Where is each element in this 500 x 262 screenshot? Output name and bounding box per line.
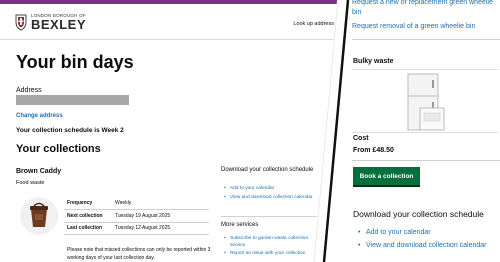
page-title: Your bin days bbox=[16, 52, 134, 72]
table-row: Next collection Tuesday 19 August 2025 bbox=[64, 209, 209, 223]
garden-waste-link[interactable]: Subscribe to garden waste collection ser… bbox=[224, 236, 322, 249]
fridge-freezer-icon bbox=[407, 73, 445, 131]
brown-caddy-icon bbox=[30, 202, 48, 227]
collections-heading: Your collections bbox=[16, 143, 101, 155]
caddy-image bbox=[20, 197, 58, 235]
download-schedule-heading: Download your collection schedule bbox=[221, 167, 314, 173]
bulky-waste-image bbox=[352, 69, 498, 133]
add-to-calendar-link[interactable]: Add to your calendar bbox=[358, 228, 487, 237]
table-row: Last collection Tuesday 12 August 2025 bbox=[64, 222, 209, 235]
detail-key: Last collection bbox=[64, 222, 112, 235]
address-redacted bbox=[16, 95, 129, 105]
council-logo[interactable]: LONDON BOROUGH OF BEXLEY bbox=[14, 13, 86, 31]
download-links: Add to your calendar View and download c… bbox=[224, 186, 322, 203]
book-collection-button[interactable]: Book a collection bbox=[353, 167, 420, 185]
main-page: LONDON BOROUGH OF BEXLEY Look up address… bbox=[0, 0, 340, 262]
bulky-waste-title: Bulky waste bbox=[353, 58, 394, 65]
more-services-heading: More services bbox=[221, 222, 259, 228]
collection-details-table: Frequency Weekly Next collection Tuesday… bbox=[64, 197, 209, 235]
download-schedule-heading-zoomed: Download your collection schedule bbox=[353, 209, 484, 219]
more-services-links: Subscribe to garden waste collection ser… bbox=[224, 236, 322, 260]
bin-type: Food waste bbox=[16, 180, 45, 186]
detail-value: Tuesday 19 August 2025 bbox=[112, 209, 209, 223]
view-calendar-link[interactable]: View and download collection calendar bbox=[224, 195, 322, 202]
address-label: Address bbox=[16, 87, 42, 94]
report-issue-link[interactable]: Report an issue with your collection bbox=[224, 251, 322, 258]
look-up-address-link[interactable]: Look up address bbox=[293, 21, 334, 27]
zoomed-page-section: Request a new or replacement green wheel… bbox=[344, 0, 500, 262]
site-header: LONDON BOROUGH OF BEXLEY Look up address bbox=[0, 4, 340, 40]
collection-schedule-text: Your collection schedule is Week 2 bbox=[16, 127, 124, 134]
cost-value: From £48.50 bbox=[353, 147, 394, 154]
detail-value: Tuesday 12 August 2025 bbox=[112, 222, 209, 235]
view-calendar-link[interactable]: View and download collection calendar bbox=[358, 241, 487, 250]
detail-key: Frequency bbox=[64, 197, 112, 210]
add-to-calendar-link[interactable]: Add to your calendar bbox=[224, 186, 322, 193]
missed-collection-note: Please note that missed collections can … bbox=[67, 247, 211, 261]
change-address-link[interactable]: Change address bbox=[16, 113, 63, 119]
download-links-zoomed: Add to your calendar View and download c… bbox=[358, 228, 487, 254]
divider bbox=[221, 216, 319, 217]
divider bbox=[352, 160, 500, 161]
table-row: Frequency Weekly bbox=[64, 197, 209, 210]
detail-key: Next collection bbox=[64, 209, 112, 223]
detail-value: Weekly bbox=[112, 197, 209, 210]
divider bbox=[352, 39, 500, 40]
cost-label: Cost bbox=[353, 135, 369, 142]
council-crest-icon bbox=[15, 14, 27, 31]
logo-title: BEXLEY bbox=[31, 17, 87, 32]
bin-name: Brown Caddy bbox=[16, 168, 62, 175]
request-new-bin-link[interactable]: Request a new or replacement green wheel… bbox=[352, 0, 500, 18]
request-removal-link[interactable]: Request removal of a green wheelie bin bbox=[352, 22, 500, 32]
